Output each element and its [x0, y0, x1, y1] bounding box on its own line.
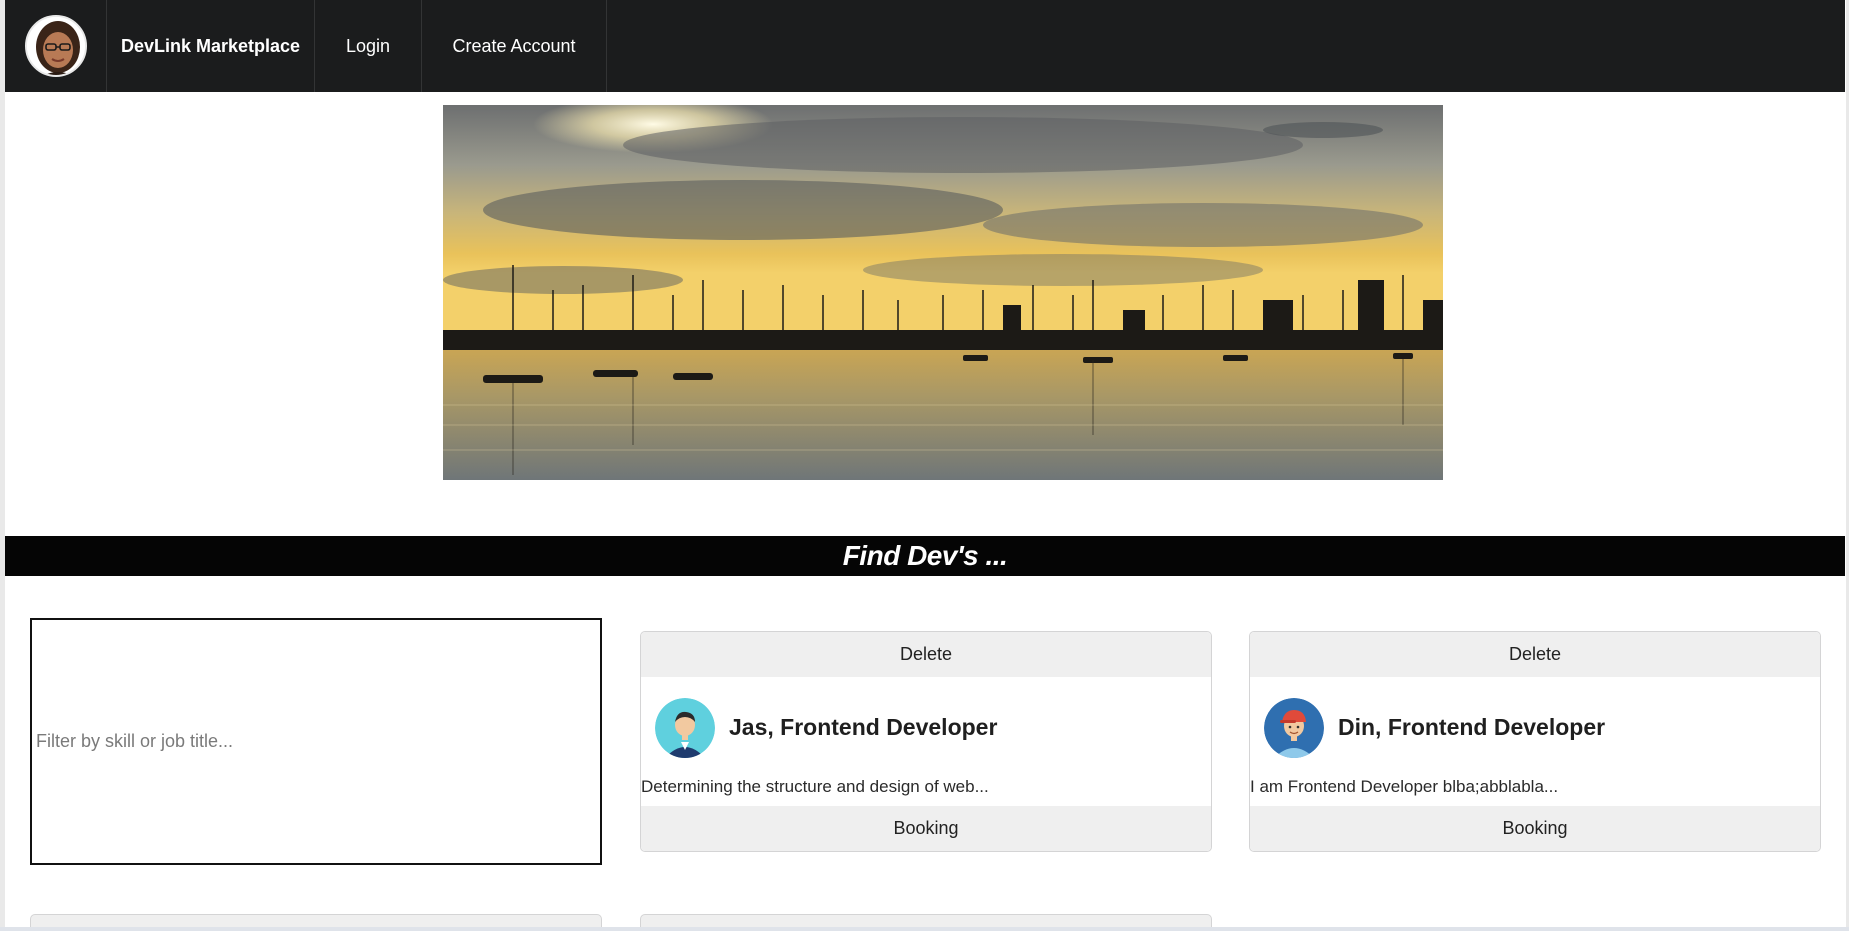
card-description: I am Frontend Developer blba;abblabla...: [1250, 777, 1559, 796]
banner-title: Find Dev's ...: [842, 540, 1008, 571]
find-devs-banner: Find Dev's ...: [5, 536, 1845, 576]
card-header: Jas, Frontend Developer: [641, 677, 1211, 766]
logo-avatar-icon: [24, 15, 87, 77]
nav-login-link[interactable]: Login: [315, 0, 422, 92]
developer-avatar-icon: [1264, 697, 1324, 758]
nav-create-account-link[interactable]: Create Account: [422, 0, 607, 92]
nav-brand[interactable]: DevLink Marketplace: [107, 0, 315, 92]
delete-button[interactable]: Delete: [1250, 632, 1820, 677]
card-title: Jas, Frontend Developer: [729, 714, 998, 740]
filter-container: [30, 618, 602, 865]
nav-logo[interactable]: [5, 0, 107, 92]
window-bottom-edge: [0, 927, 1849, 931]
page: DevLink Marketplace Login Create Account: [0, 0, 1849, 931]
booking-button[interactable]: Booking: [1250, 806, 1820, 851]
top-nav: DevLink Marketplace Login Create Account: [5, 0, 1845, 92]
card-title: Din, Frontend Developer: [1338, 714, 1606, 740]
dev-card: Delete Jas, Frontend Developer Determini…: [640, 631, 1212, 852]
hero-image: [443, 105, 1443, 480]
booking-button[interactable]: Booking: [641, 806, 1211, 851]
window-edge-left: [0, 0, 5, 931]
card-description: Determining the structure and design of …: [641, 777, 989, 796]
filter-input[interactable]: [32, 620, 600, 863]
dev-card: Delete Din, Frontend Developer I am Fron…: [1249, 631, 1821, 852]
developer-avatar-icon: [655, 697, 715, 758]
card-header: Din, Frontend Developer: [1250, 677, 1820, 766]
delete-button[interactable]: Delete: [641, 632, 1211, 677]
